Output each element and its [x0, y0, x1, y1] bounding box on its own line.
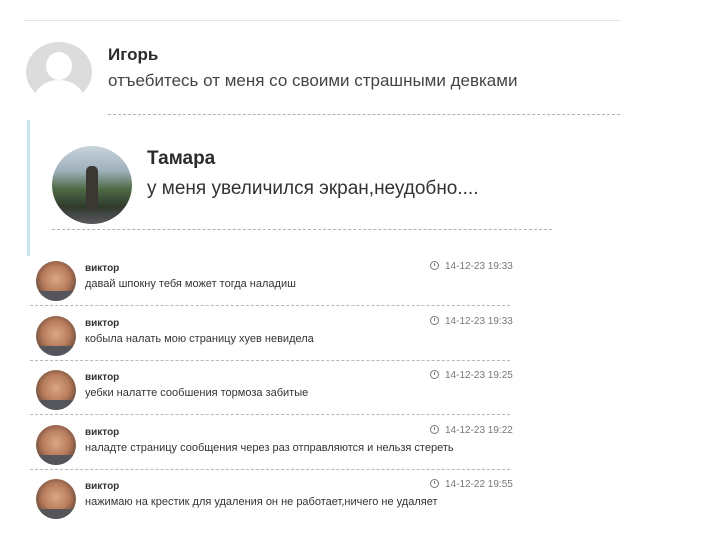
comment-separator — [30, 414, 510, 415]
timestamp-text: 14-12-23 19:33 — [445, 315, 513, 327]
timestamp-text: 14-12-23 19:33 — [445, 261, 513, 272]
comment-separator — [108, 114, 620, 115]
clock-icon — [430, 261, 439, 270]
comment-list: виктор давай шпокну тебя может тогда нал… — [30, 258, 514, 531]
comment-author[interactable]: виктор — [85, 263, 119, 274]
comment-author[interactable]: виктор — [85, 481, 119, 492]
comment-text: наладте страницу сообщения через раз отп… — [85, 441, 454, 454]
clock-icon — [430, 370, 439, 379]
list-item: виктор давай шпокну тебя может тогда нал… — [30, 258, 514, 313]
comment-author[interactable]: виктор — [85, 318, 119, 329]
timestamp-text: 14-12-22 19:55 — [445, 479, 513, 490]
avatar-shirt — [36, 291, 76, 301]
default-user-avatar[interactable] — [26, 42, 92, 102]
avatar[interactable] — [36, 424, 76, 465]
avatar[interactable] — [36, 479, 76, 519]
comment-text: давай шпокну тебя может тогда наладиш — [85, 278, 296, 290]
timestamp-text: 14-12-23 19:25 — [445, 370, 513, 381]
avatar-shirt — [36, 454, 76, 465]
clock-icon — [430, 315, 439, 325]
comment-text: у меня увеличился экран,неудобно.... — [147, 178, 479, 199]
user-avatar-photo[interactable] — [52, 146, 132, 224]
comment-timestamp: 14-12-23 19:33 — [430, 315, 513, 327]
comment-text: отъебитесь от меня со своими страшными д… — [108, 71, 518, 90]
comment-separator — [30, 305, 510, 306]
comment-author[interactable]: Тамара — [147, 148, 215, 170]
comment-timestamp: 14-12-23 19:25 — [430, 370, 513, 381]
comment-author[interactable]: виктор — [85, 427, 119, 438]
comment-separator — [30, 468, 510, 470]
list-item: виктор уебки налатте сообшения тормоза з… — [30, 367, 514, 422]
avatar-shirt — [36, 509, 76, 519]
comment-timestamp: 14-12-23 19:33 — [430, 261, 513, 272]
comment-tamara: Тамара у меня увеличился экран,неудобно.… — [30, 140, 560, 232]
avatar-shirt — [36, 400, 76, 410]
comment-timestamp: 14-12-23 19:22 — [430, 424, 513, 436]
avatar-body-shape — [34, 80, 84, 102]
top-divider — [24, 20, 621, 21]
timestamp-text: 14-12-23 19:22 — [445, 424, 513, 436]
avatar-figure — [86, 166, 98, 210]
avatar[interactable] — [36, 370, 76, 410]
comment-text: уебки налатте сообшения тормоза забитые — [85, 387, 309, 399]
comment-author[interactable]: виктор — [85, 372, 119, 383]
clock-icon — [430, 424, 439, 434]
comment-author[interactable]: Игорь — [108, 45, 158, 65]
comment-text: нажимаю на крестик для удаления он не ра… — [85, 496, 438, 508]
clock-icon — [430, 479, 439, 488]
comment-separator — [30, 359, 510, 361]
comment-separator — [52, 229, 552, 230]
avatar-head-shape — [46, 52, 72, 80]
avatar[interactable] — [36, 315, 76, 356]
comment-text: кобыла налать мою страницу хуев невидела — [85, 332, 314, 345]
avatar-shirt — [36, 345, 76, 356]
list-item: виктор кобыла налать мою страницу хуев н… — [30, 313, 514, 368]
list-item: виктор нажимаю на крестик для удаления о… — [30, 476, 514, 531]
list-item: виктор наладте страницу сообщения через … — [30, 422, 514, 477]
comment-timestamp: 14-12-22 19:55 — [430, 479, 513, 490]
comment-igor: Игорь отъебитесь от меня со своими страш… — [24, 40, 620, 116]
avatar[interactable] — [36, 261, 76, 301]
